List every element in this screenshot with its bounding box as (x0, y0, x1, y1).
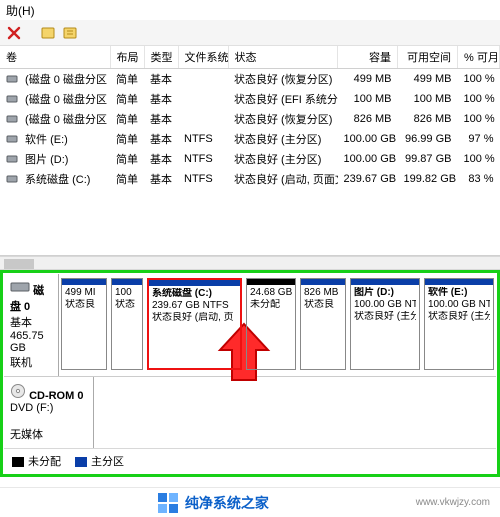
disk-0-row: 磁盘 0 基本 465.75 GB 联机 499 MI状态良100状态系统磁盘 … (4, 274, 496, 377)
partition-block[interactable]: 系统磁盘 (C:)239.67 GB NTFS状态良好 (启动, 页 (147, 278, 242, 370)
legend-unallocated: 未分配 (12, 453, 61, 469)
col-free[interactable]: 可用空间 (398, 46, 458, 69)
brand-logo-icon (157, 492, 179, 514)
cdrom-row: CD-ROM 0 DVD (F:) 无媒体 (4, 377, 496, 448)
partition-block[interactable]: 499 MI状态良 (61, 278, 107, 370)
table-row[interactable]: 系统磁盘 (C:)简单基本NTFS状态良好 (启动, 页面文件, 故障转储, 主… (0, 169, 500, 189)
table-row[interactable]: 软件 (E:)简单基本NTFS状态良好 (主分区)100.00 GB96.99 … (0, 129, 500, 149)
disk-map: 磁盘 0 基本 465.75 GB 联机 499 MI状态良100状态系统磁盘 … (0, 270, 500, 477)
footer: 纯净系统之家 www.vkwjzy.com (0, 487, 500, 517)
table-row[interactable]: (磁盘 0 磁盘分区 1)简单基本状态良好 (恢复分区)499 MB499 MB… (0, 69, 500, 90)
partition-block[interactable]: 图片 (D:)100.00 GB NTF!状态良好 (主分区 (350, 278, 420, 370)
footer-brand: 纯净系统之家 (157, 492, 269, 514)
cdrom-label[interactable]: CD-ROM 0 DVD (F:) 无媒体 (4, 377, 94, 448)
table-row[interactable]: 图片 (D:)简单基本NTFS状态良好 (主分区)100.00 GB99.87 … (0, 149, 500, 169)
scrollbar-thumb[interactable] (4, 259, 34, 269)
table-row[interactable]: (磁盘 0 磁盘分区 2)简单基本状态良好 (EFI 系统分区)100 MB10… (0, 89, 500, 109)
table-row[interactable]: (磁盘 0 磁盘分区 5)简单基本状态良好 (恢复分区)826 MB826 MB… (0, 109, 500, 129)
col-fs[interactable]: 文件系统 (178, 46, 228, 69)
horizontal-scrollbar[interactable] (0, 256, 500, 270)
partition-block[interactable]: 24.68 GB未分配 (246, 278, 296, 370)
col-pct[interactable]: % 可月 (458, 46, 500, 69)
legend: 未分配 主分区 (4, 448, 496, 473)
partition-block[interactable]: 软件 (E:)100.00 GB NTFS状态良好 (主分区 (424, 278, 494, 370)
footer-url: www.vkwjzy.com (416, 497, 490, 508)
disc-icon (10, 383, 26, 399)
close-icon[interactable] (6, 25, 22, 41)
col-capacity[interactable]: 容量 (338, 46, 398, 69)
partition-block[interactable]: 100状态 (111, 278, 143, 370)
properties-icon[interactable] (62, 25, 78, 41)
swatch-primary-icon (75, 457, 87, 467)
table-header-row[interactable]: 卷 布局 类型 文件系统 状态 容量 可用空间 % 可月 (0, 46, 500, 69)
cdrom-partitions (94, 377, 496, 448)
disk-icon (10, 280, 30, 294)
disk-0-partitions: 499 MI状态良100状态系统磁盘 (C:)239.67 GB NTFS状态良… (59, 274, 496, 376)
disk-0-label[interactable]: 磁盘 0 基本 465.75 GB 联机 (4, 274, 59, 376)
col-layout[interactable]: 布局 (110, 46, 144, 69)
col-name[interactable]: 卷 (0, 46, 110, 69)
menubar[interactable]: 助(H) (0, 0, 500, 20)
menu-help[interactable]: 助(H) (6, 4, 35, 18)
disk-management-window: 助(H) 卷 布局 类型 文件系统 状态 容量 (0, 0, 500, 517)
toolbar (0, 20, 500, 46)
col-status[interactable]: 状态 (228, 46, 338, 69)
partition-block[interactable]: 826 MB状态良 (300, 278, 346, 370)
legend-primary: 主分区 (75, 453, 124, 469)
swatch-unallocated-icon (12, 457, 24, 467)
refresh-icon[interactable] (40, 25, 56, 41)
col-type[interactable]: 类型 (144, 46, 178, 69)
volume-table[interactable]: 卷 布局 类型 文件系统 状态 容量 可用空间 % 可月 (磁盘 0 磁盘分区 … (0, 46, 500, 256)
